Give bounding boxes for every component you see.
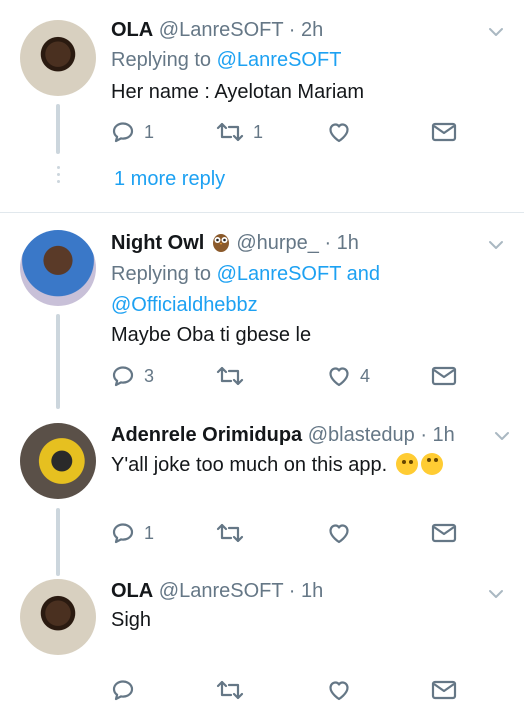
reply-button[interactable]: [111, 677, 144, 703]
replying-to: Replying to @LanreSOFT and @Officialdheb…: [111, 259, 380, 321]
tweet-4[interactable]: OLA @LanreSOFT · 1h Sigh: [0, 573, 524, 720]
retweet-count: 1: [253, 121, 264, 142]
tweet-header: OLA @LanreSOFT · 2h: [111, 17, 323, 43]
like-button[interactable]: 4: [327, 363, 370, 389]
retweet-button[interactable]: 1: [216, 119, 263, 145]
tweet-text: Her name : Ayelotan Mariam: [111, 81, 365, 103]
tweet-header: Adenrele Orimidupa @blastedup · 1h: [111, 422, 455, 448]
tweet-actions: 1 1: [111, 119, 471, 145]
chevron-down-icon[interactable]: [486, 235, 506, 255]
display-name[interactable]: OLA: [111, 580, 153, 602]
mention-link[interactable]: @LanreSOFT and: [217, 263, 380, 285]
heart-icon: [327, 120, 351, 144]
thread-line: [56, 314, 60, 409]
tweet-3[interactable]: Adenrele Orimidupa @blastedup · 1h Y'all…: [0, 413, 524, 576]
tweet-header: Night Owl @hurpe_ · 1h: [111, 230, 359, 256]
reply-count: 1: [144, 522, 155, 543]
timestamp[interactable]: · 1h: [289, 580, 323, 602]
chevron-down-icon[interactable]: [486, 584, 506, 604]
retweet-button[interactable]: [216, 520, 253, 546]
thread-dots: [54, 166, 62, 187]
thread-line: [56, 104, 60, 154]
tweet-actions: 1: [111, 520, 471, 546]
mention-link[interactable]: @Officialdhebbz: [111, 294, 258, 316]
reply-icon: [111, 364, 135, 388]
message-button[interactable]: [431, 363, 457, 389]
replying-to-label: Replying to: [111, 263, 217, 285]
mention-link[interactable]: @LanreSOFT: [217, 49, 342, 71]
like-button[interactable]: [327, 520, 360, 546]
retweet-icon: [216, 120, 244, 144]
tweet-text-content: Y'all joke too much on this app.: [111, 454, 388, 476]
envelope-icon: [431, 120, 457, 144]
thread-line: [56, 508, 60, 576]
tweet-actions: [111, 677, 471, 703]
reply-icon: [111, 521, 135, 545]
message-button[interactable]: [431, 119, 457, 145]
replying-to-label: Replying to: [111, 49, 217, 71]
retweet-icon: [216, 364, 244, 388]
avatar[interactable]: [20, 20, 96, 96]
chevron-down-icon[interactable]: [492, 426, 512, 446]
rolling-eyes-face-icon: [420, 453, 443, 475]
envelope-icon: [431, 364, 457, 388]
like-button[interactable]: [327, 677, 360, 703]
heart-icon: [327, 678, 351, 702]
owl-emoji-icon: [213, 234, 230, 252]
timestamp[interactable]: · 2h: [289, 19, 323, 41]
avatar[interactable]: [20, 579, 96, 655]
reply-icon: [111, 678, 135, 702]
tweet-2[interactable]: Night Owl @hurpe_ · 1h Replying to @Lanre…: [0, 213, 524, 413]
avatar[interactable]: [20, 230, 96, 306]
like-count: 4: [360, 365, 371, 386]
tweet-header: OLA @LanreSOFT · 1h: [111, 578, 323, 604]
message-button[interactable]: [431, 520, 457, 546]
retweet-icon: [216, 678, 244, 702]
timestamp[interactable]: · 1h: [324, 232, 358, 254]
user-handle[interactable]: @LanreSOFT: [159, 19, 283, 41]
envelope-icon: [431, 521, 457, 545]
user-handle[interactable]: @LanreSOFT: [159, 580, 283, 602]
display-name[interactable]: Adenrele Orimidupa: [111, 424, 302, 446]
heart-icon: [327, 521, 351, 545]
tweet-text: Sigh: [111, 609, 152, 631]
reply-count: 3: [144, 365, 155, 386]
thinking-face-icon: [395, 453, 418, 475]
reply-icon: [111, 120, 135, 144]
message-button[interactable]: [431, 677, 457, 703]
envelope-icon: [431, 678, 457, 702]
retweet-button[interactable]: [216, 677, 253, 703]
user-handle[interactable]: @blastedup: [308, 424, 415, 446]
reply-button[interactable]: 1: [111, 520, 154, 546]
more-replies-link[interactable]: 1 more reply: [114, 166, 225, 192]
user-handle[interactable]: @hurpe_: [236, 232, 319, 254]
display-name[interactable]: OLA: [111, 19, 153, 41]
retweet-button[interactable]: [216, 363, 253, 389]
display-name[interactable]: Night Owl: [111, 232, 204, 254]
heart-icon: [327, 364, 351, 388]
reply-button[interactable]: 1: [111, 119, 154, 145]
avatar[interactable]: [20, 423, 96, 499]
replying-to: Replying to @LanreSOFT: [111, 45, 341, 76]
tweet-1[interactable]: OLA @LanreSOFT · 2h Replying to @LanreSO…: [0, 0, 524, 212]
tweet-actions: 3 4: [111, 363, 471, 389]
chevron-down-icon[interactable]: [486, 22, 506, 42]
timestamp[interactable]: · 1h: [420, 424, 454, 446]
retweet-icon: [216, 521, 244, 545]
reply-count: 1: [144, 121, 155, 142]
reply-button[interactable]: 3: [111, 363, 154, 389]
like-button[interactable]: [327, 119, 360, 145]
tweet-text: Y'all joke too much on this app.: [111, 452, 443, 478]
tweet-text: Maybe Oba ti gbese le: [111, 324, 312, 346]
